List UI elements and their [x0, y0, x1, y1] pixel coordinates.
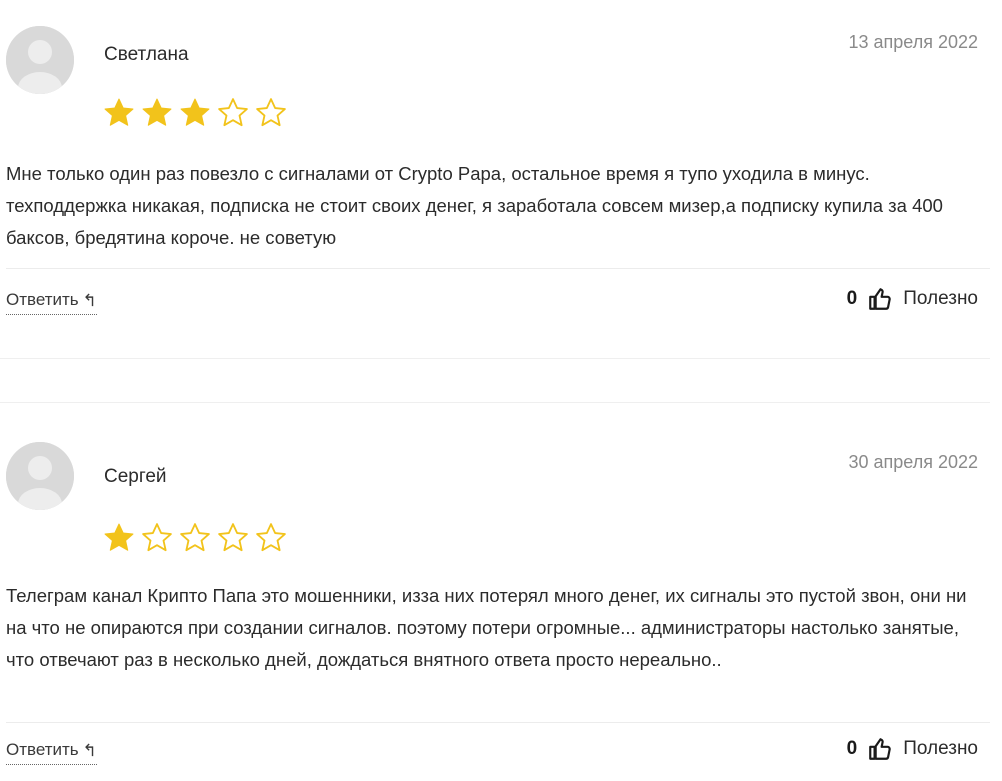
- avatar: [6, 442, 74, 510]
- thumbs-up-icon: [869, 738, 891, 760]
- star-filled-icon: [104, 98, 134, 126]
- review-separator: [0, 358, 990, 359]
- review-author: Светлана: [104, 44, 189, 65]
- star-rating: [102, 521, 288, 555]
- review-text: Телеграм канал Крипто Папа это мошенники…: [6, 585, 967, 670]
- star-filled-icon: [104, 523, 134, 551]
- helpful-button[interactable]: Полезно: [867, 286, 978, 312]
- review-separator: [0, 402, 990, 403]
- star-outline-icon: [256, 98, 286, 127]
- review-date: 30 апреля 2022: [848, 452, 979, 472]
- star-rating: [102, 96, 288, 130]
- helpful-label: Полезно: [903, 288, 978, 309]
- user-avatar-placeholder-icon: [6, 26, 74, 94]
- reply-label: Ответить: [6, 740, 79, 759]
- star-outline-icon: [218, 523, 248, 552]
- helpful-count: 0: [846, 738, 858, 759]
- helpful-button[interactable]: Полезно: [867, 736, 978, 762]
- star-filled-icon: [142, 98, 172, 126]
- reply-label: Ответить: [6, 290, 79, 309]
- review-divider: [6, 722, 990, 723]
- helpful-widget: 0 Полезно: [847, 736, 978, 762]
- reply-button[interactable]: Ответить ↰: [6, 740, 97, 765]
- star-outline-icon: [142, 523, 172, 552]
- helpful-count: 0: [846, 288, 858, 309]
- review-divider: [6, 268, 990, 269]
- reply-arrow-icon: ↰: [82, 290, 97, 310]
- thumbs-up-icon: [869, 288, 891, 310]
- star-outline-icon: [180, 523, 210, 552]
- star-outline-icon: [218, 98, 248, 127]
- review-text: Мне только один раз повезло с сигналами …: [6, 163, 943, 248]
- review-author: Сергей: [104, 466, 167, 487]
- star-outline-icon: [256, 523, 286, 552]
- avatar: [6, 26, 74, 94]
- user-avatar-placeholder-icon: [6, 442, 74, 510]
- helpful-label: Полезно: [903, 738, 978, 759]
- reply-button[interactable]: Ответить ↰: [6, 290, 97, 315]
- helpful-widget: 0 Полезно: [847, 286, 978, 312]
- reply-arrow-icon: ↰: [82, 740, 97, 760]
- star-filled-icon: [180, 98, 210, 126]
- review-date: 13 апреля 2022: [848, 32, 979, 52]
